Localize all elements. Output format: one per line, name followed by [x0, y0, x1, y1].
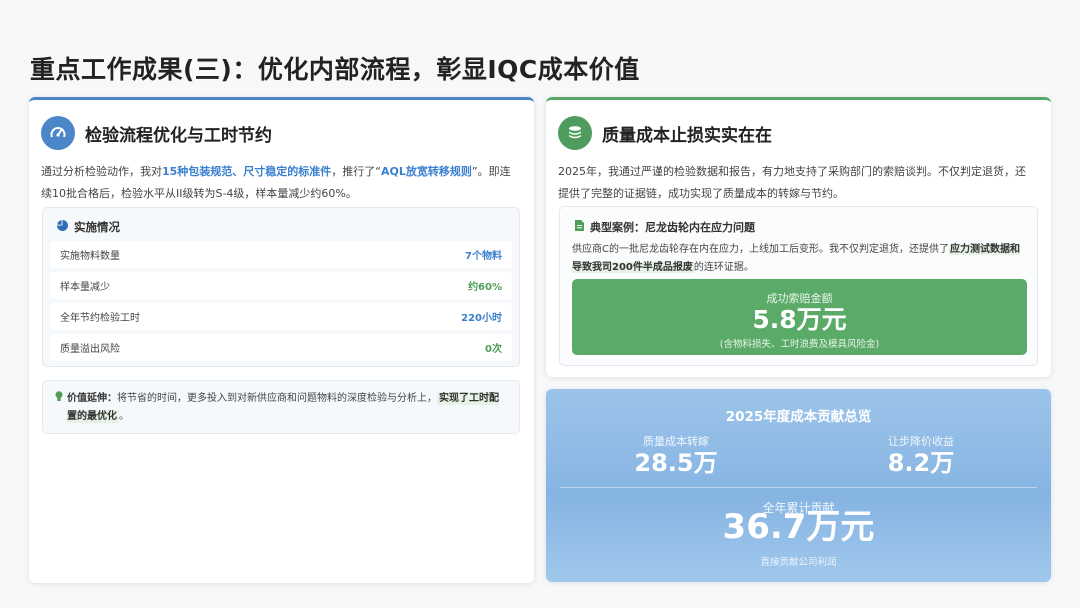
- overview-title: 2025年度成本贡献总览: [725, 409, 872, 425]
- page-title: 重点工作成果(三)：优化内部流程，彰显IQC成本价值: [30, 55, 640, 84]
- overview-item-value: 28.5万: [634, 449, 718, 477]
- value-note-label: 价值延伸：: [67, 393, 117, 404]
- overview-item-concession: 让步降价收益 8.2万: [836, 433, 1006, 477]
- overview-divider: [560, 487, 1037, 488]
- intro-highlight: AQL放宽转移规则: [381, 165, 472, 178]
- case-text-part: 的连环证据。: [693, 262, 754, 273]
- overview-item-value: 8.2万: [887, 449, 955, 477]
- claim-label: 成功索赔金额: [766, 292, 833, 305]
- cost-overview-card: 2025年度成本贡献总览 质量成本转嫁 28.5万 让步降价收益 8.2万 全年…: [546, 389, 1051, 582]
- case-header: 典型案例：尼龙齿轮内在应力问题: [575, 219, 755, 235]
- card-header: 检验流程优化与工时节约: [41, 116, 272, 150]
- overview-item-quality-cost: 质量成本转嫁 28.5万: [591, 433, 761, 477]
- pie-chart-icon: [57, 220, 68, 234]
- impl-row-value: 约60%: [468, 282, 502, 293]
- implementation-header: 实施情况: [43, 208, 519, 235]
- document-icon: [575, 220, 584, 234]
- card-header: 质量成本止损实实在在: [558, 116, 772, 150]
- case-text-part: 供应商C的一批尼龙齿轮存在内在应力，上线加工后变形。我不仅判定退货，还提供了: [572, 244, 949, 255]
- impl-row-sample-reduction: 样本量减少 约60%: [50, 272, 512, 299]
- implementation-panel: 实施情况 实施物料数量 7个物料 样本量减少 约60% 全年节约检验工时 220…: [42, 207, 520, 367]
- claim-value: 5.8万元: [752, 305, 847, 334]
- overview-item-label: 质量成本转嫁: [643, 435, 709, 448]
- impl-row-label: 质量溢出风险: [60, 344, 120, 355]
- impl-row-risk: 质量溢出风险 0次: [50, 334, 512, 361]
- case-text: 供应商C的一批尼龙齿轮存在内在应力，上线加工后变形。我不仅判定退货，还提供了应力…: [572, 241, 1025, 277]
- claim-amount-panel: 成功索赔金额 5.8万元 (含物料损失、工时浪费及模具风险金): [572, 279, 1027, 355]
- intro-part: 通过分析检验动作，我对: [41, 165, 162, 178]
- card-title: 质量成本止损实实在在: [602, 125, 772, 146]
- impl-row-label: 样本量减少: [60, 282, 110, 293]
- impl-row-materials: 实施物料数量 7个物料: [50, 241, 512, 268]
- case-panel: 典型案例：尼龙齿轮内在应力问题 供应商C的一批尼龙齿轮存在内在应力，上线加工后变…: [559, 206, 1038, 366]
- impl-row-value: 220小时: [461, 313, 502, 324]
- impl-row-label: 实施物料数量: [60, 251, 120, 262]
- process-optimization-card: 检验流程优化与工时节约 通过分析检验动作，我对15种包装规范、尺寸稳定的标准件，…: [29, 97, 534, 583]
- impl-row-value: 7个物料: [465, 251, 502, 262]
- impl-row-label: 全年节约检验工时: [60, 313, 140, 324]
- overview-item-label: 让步降价收益: [888, 435, 954, 448]
- lightbulb-icon: [55, 391, 63, 409]
- value-note-text: 将节省的时间，更多投入到对新供应商和问题物料的深度检验与分析上，: [117, 393, 437, 404]
- case-title: 典型案例：尼龙齿轮内在应力问题: [590, 221, 755, 234]
- implementation-title: 实施情况: [74, 220, 120, 234]
- impl-row-value: 0次: [485, 344, 502, 355]
- quality-cost-card: 质量成本止损实实在在 2025年，我通过严谨的检验数据和报告，有力地支持了采购部…: [546, 97, 1051, 377]
- value-extension-note: 价值延伸：将节省的时间，更多投入到对新供应商和问题物料的深度检验与分析上， 实现了…: [42, 380, 520, 434]
- overview-total: 全年累计贡献 36.7万元 直接贡献公司利润: [546, 499, 1051, 568]
- intro-text: 2025年，我通过严谨的检验数据和报告，有力地支持了采购部门的索赔谈判。不仅判定…: [558, 165, 1026, 200]
- overview-footnote: 直接贡献公司利润: [760, 557, 837, 568]
- intro-highlight: 15种包装规范、尺寸稳定的标准件: [162, 165, 332, 178]
- card-title: 检验流程优化与工时节约: [85, 125, 272, 146]
- intro-part: ，推行了“: [331, 165, 382, 178]
- claim-note: (含物料损失、工时浪费及模具风险金): [719, 339, 880, 350]
- value-note-end: 。: [119, 411, 129, 422]
- overview-total-value: 36.7万元: [722, 507, 875, 547]
- coins-icon: [558, 116, 592, 150]
- impl-row-hours-saved: 全年节约检验工时 220小时: [50, 303, 512, 330]
- intro-text: 通过分析检验动作，我对15种包装规范、尺寸稳定的标准件，推行了“AQL放宽转移规…: [41, 161, 518, 205]
- gauge-icon: [41, 116, 75, 150]
